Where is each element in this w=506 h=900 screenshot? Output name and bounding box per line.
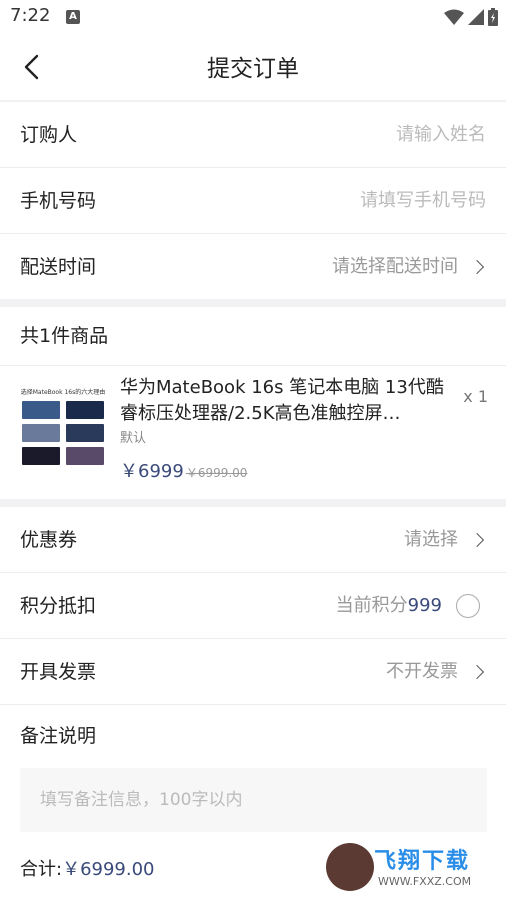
phone-label: 手机号码	[20, 190, 97, 212]
nav-bar: 提交订单	[0, 34, 506, 100]
app-notification-icon: A	[66, 10, 80, 24]
watermark-url: WWW.FXXZ.COM	[378, 875, 472, 888]
points-radio[interactable]	[456, 594, 480, 618]
thumbnail-tile	[66, 401, 104, 419]
delivery-time-label: 配送时间	[20, 256, 97, 278]
invoice-label: 开具发票	[20, 661, 97, 683]
product-title[interactable]: 华为MateBook 16s 笔记本电脑 13代酷睿标压处理器/2.5K高色准触…	[120, 375, 450, 427]
chevron-right-icon	[469, 532, 485, 548]
delivery-time-select[interactable]: 请选择配送时间	[332, 234, 486, 300]
product-spec: 默认	[120, 431, 147, 446]
buyer-name-placeholder: 请输入姓名	[396, 124, 486, 145]
page-title: 提交订单	[207, 56, 299, 82]
order-total: 合计:￥6999.00	[20, 855, 155, 881]
product-price: ￥6999 ￥6999.00	[120, 457, 247, 483]
total-label: 合计:	[20, 859, 63, 880]
watermark-text: 飞翔下载	[374, 849, 471, 874]
buyer-name-label: 订购人	[20, 124, 78, 146]
product-thumbnail[interactable]: 选择MateBook 16s的六大理由	[20, 387, 106, 473]
divider	[0, 365, 506, 366]
phone-placeholder: 请填写手机号码	[360, 190, 486, 211]
points-value: 999	[407, 595, 442, 616]
remark-placeholder: 填写备注信息，100字以内	[40, 790, 243, 810]
buyer-name-input[interactable]: 请输入姓名	[396, 102, 486, 168]
price-current: ￥6999	[120, 461, 184, 482]
points-prefix: 当前积分	[335, 595, 408, 616]
status-bar: 7:22 A	[0, 0, 506, 34]
wifi-icon	[444, 9, 464, 25]
chevron-right-icon	[469, 259, 485, 275]
thumbnail-tile	[22, 447, 60, 465]
remark-label: 备注说明	[20, 725, 97, 747]
chevron-right-icon	[469, 664, 485, 680]
remark-textarea[interactable]: 填写备注信息，100字以内	[20, 768, 487, 832]
goods-card: 共1件商品 选择MateBook 16s的六大理由 华为MateBook 16s…	[0, 307, 506, 499]
thumbnail-caption: 选择MateBook 16s的六大理由	[20, 389, 106, 396]
remark-row: 备注说明	[0, 703, 506, 769]
coupon-value: 请选择	[404, 529, 458, 550]
signal-icon	[468, 9, 484, 25]
order-options-card: 优惠券 请选择 积分抵扣 当前积分 999 开具发票 不开发票 备注说明	[0, 507, 506, 900]
invoice-value: 不开发票	[386, 661, 458, 682]
status-time: 7:22	[10, 5, 51, 26]
phone-row[interactable]: 手机号码 请填写手机号码	[0, 168, 506, 234]
thumbnail-tile	[22, 424, 60, 442]
points-row[interactable]: 积分抵扣 当前积分 999	[0, 573, 506, 639]
product-quantity: x 1	[463, 387, 488, 406]
invoice-row[interactable]: 开具发票 不开发票	[0, 639, 506, 705]
buyer-name-row[interactable]: 订购人 请输入姓名	[0, 102, 506, 168]
phone-input[interactable]: 请填写手机号码	[360, 168, 486, 234]
goods-count-header: 共1件商品	[20, 325, 109, 347]
thumbnail-tile	[66, 447, 104, 465]
coupon-label: 优惠券	[20, 529, 78, 551]
watermark-logo-icon	[326, 843, 374, 891]
coupon-row[interactable]: 优惠券 请选择	[0, 507, 506, 573]
total-amount: ￥6999.00	[62, 859, 155, 880]
site-watermark: 飞翔下载 WWW.FXXZ.COM	[326, 843, 492, 893]
coupon-select[interactable]: 请选择	[404, 507, 486, 573]
thumbnail-tile	[22, 401, 60, 419]
status-icons	[444, 6, 498, 28]
buyer-info-card: 订购人 请输入姓名 手机号码 请填写手机号码 配送时间 请选择配送时间	[0, 102, 506, 299]
delivery-time-placeholder: 请选择配送时间	[332, 256, 458, 277]
battery-icon	[488, 8, 498, 26]
points-info: 当前积分 999	[336, 573, 486, 639]
delivery-time-row[interactable]: 配送时间 请选择配送时间	[0, 234, 506, 300]
thumbnail-tile	[66, 424, 104, 442]
price-original: ￥6999.00	[185, 466, 248, 480]
invoice-select[interactable]: 不开发票	[386, 639, 486, 705]
points-label: 积分抵扣	[20, 595, 97, 617]
